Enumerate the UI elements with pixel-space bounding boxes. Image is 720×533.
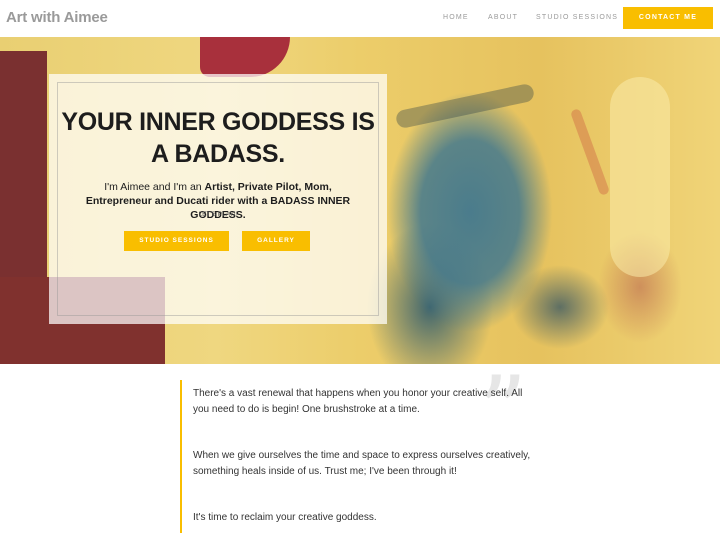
contact-me-button[interactable]: CONTACT ME	[623, 7, 713, 29]
quote-accent-bar	[180, 380, 182, 533]
lets-play-text: LET'S PLAY!!	[198, 211, 238, 218]
hero-title-line: YOUR INNER GODDESS IS	[61, 108, 375, 136]
nav-studio-sessions-link[interactable]: STUDIO SESSIONS	[536, 14, 618, 21]
site-logo[interactable]: Art with Aimee	[6, 9, 108, 26]
site-header: Art with Aimee HOME ABOUT STUDIO SESSION…	[0, 0, 720, 37]
studio-sessions-button[interactable]: STUDIO SESSIONS	[124, 231, 229, 251]
intro-paragraph: When we give ourselves the time and spac…	[193, 450, 531, 477]
nav-about-link[interactable]: ABOUT	[488, 14, 518, 21]
intro-paragraph: It's time to reclaim your creative godde…	[193, 512, 377, 523]
hero-title-line: A BADASS.	[151, 140, 285, 168]
hero-card: YOUR INNER GODDESS IS A BADASS. I'm Aime…	[49, 74, 387, 324]
intro-paragraph: There's a vast renewal that happens when…	[193, 388, 523, 415]
hero-title: YOUR INNER GODDESS IS A BADASS.	[49, 106, 387, 170]
intro-section: ” There's a vast renewal that happens wh…	[0, 364, 720, 533]
hero-intro-text: I'm Aimee and I'm an	[104, 181, 205, 193]
hero-painting-stroke	[394, 82, 536, 130]
hero-painting-stroke	[569, 108, 611, 196]
nav-home-link[interactable]: HOME	[443, 14, 469, 21]
hero-banner: YOUR INNER GODDESS IS A BADASS. I'm Aime…	[0, 37, 720, 364]
gallery-button[interactable]: GALLERY	[242, 231, 310, 251]
hero-painting-stroke	[610, 77, 670, 277]
hero-painting-accent	[200, 37, 290, 77]
